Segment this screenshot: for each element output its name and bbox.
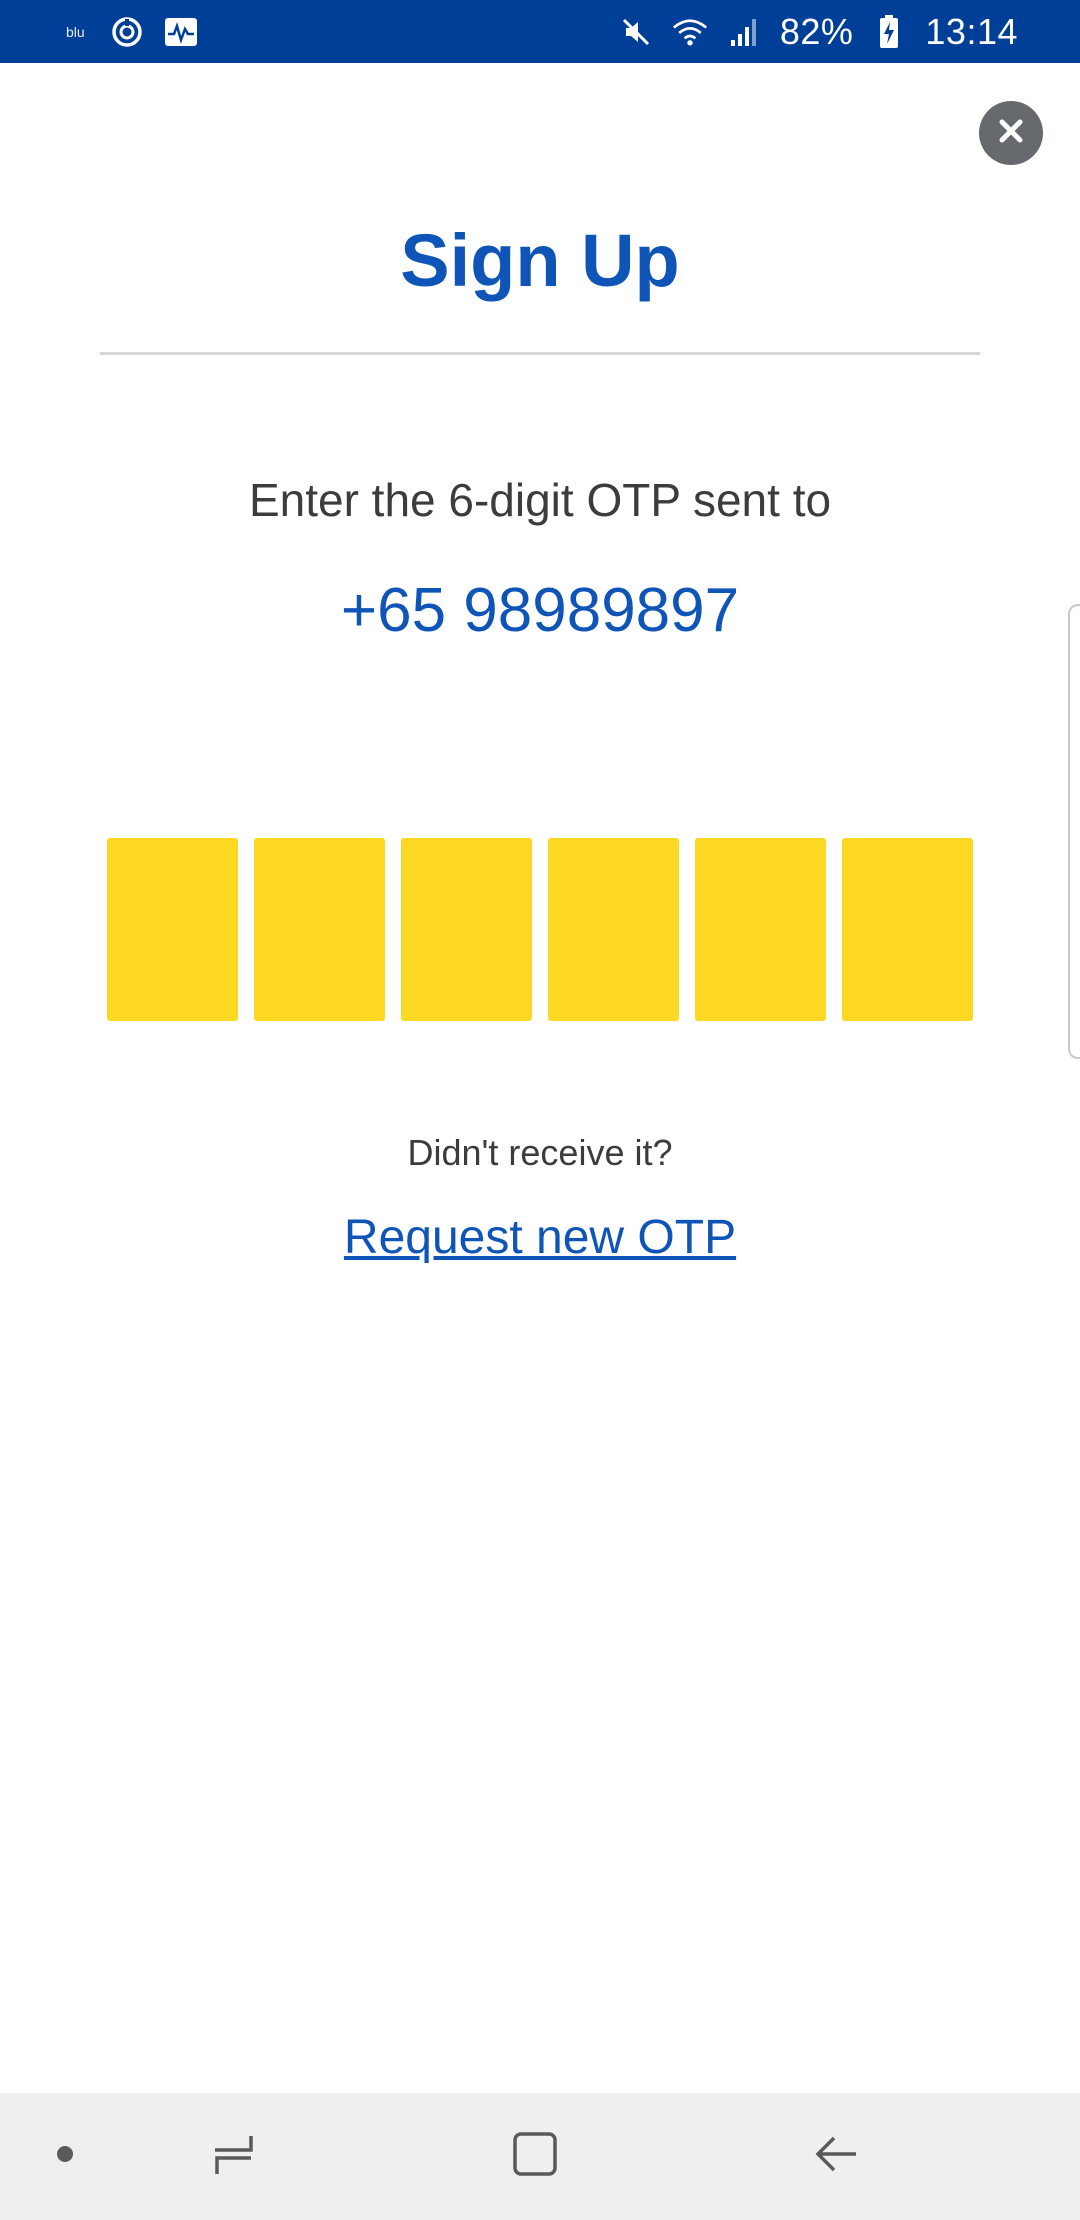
recents-icon bbox=[211, 2130, 259, 2183]
back-button[interactable] bbox=[806, 2093, 866, 2220]
sync-icon bbox=[109, 14, 145, 50]
request-new-otp-link[interactable]: Request new OTP bbox=[0, 1210, 1080, 1265]
carrier-label: blu bbox=[66, 23, 85, 40]
title-divider bbox=[100, 352, 980, 355]
didnt-receive-text: Didn't receive it? bbox=[407, 1132, 673, 1173]
otp-digit-1[interactable] bbox=[107, 838, 238, 1021]
otp-digit-2[interactable] bbox=[254, 838, 385, 1021]
otp-instruction: Enter the 6-digit OTP sent to bbox=[248, 474, 832, 526]
status-right: 82% 13:14 bbox=[618, 11, 1018, 53]
mute-icon bbox=[618, 14, 654, 50]
activity-icon bbox=[163, 14, 199, 50]
phone-number: +65 98989897 bbox=[340, 576, 740, 645]
otp-digit-4[interactable] bbox=[548, 838, 679, 1021]
recents-button[interactable] bbox=[200, 2093, 270, 2220]
signal-icon bbox=[726, 14, 762, 50]
close-button[interactable] bbox=[979, 101, 1043, 165]
otp-digit-3[interactable] bbox=[401, 838, 532, 1021]
clock: 13:14 bbox=[925, 10, 1018, 52]
status-left: blu bbox=[66, 14, 199, 50]
dot-icon bbox=[56, 2145, 74, 2168]
edge-panel-handle[interactable] bbox=[1068, 604, 1080, 1059]
status-bar: blu 82% 13:14 bbox=[0, 0, 1080, 63]
battery-charging-icon bbox=[871, 14, 907, 50]
otp-digit-5[interactable] bbox=[695, 838, 826, 1021]
back-icon bbox=[812, 2130, 860, 2183]
home-button[interactable] bbox=[505, 2093, 565, 2220]
home-icon bbox=[511, 2130, 559, 2183]
wifi-icon bbox=[672, 14, 708, 50]
close-icon bbox=[996, 116, 1026, 151]
nav-dot-button[interactable] bbox=[40, 2093, 90, 2220]
otp-digit-6[interactable] bbox=[842, 838, 973, 1021]
navigation-bar bbox=[0, 2093, 1080, 2220]
otp-input-group bbox=[107, 838, 973, 1021]
battery-percentage: 82% bbox=[779, 10, 854, 52]
page-title: Sign Up bbox=[400, 219, 680, 302]
